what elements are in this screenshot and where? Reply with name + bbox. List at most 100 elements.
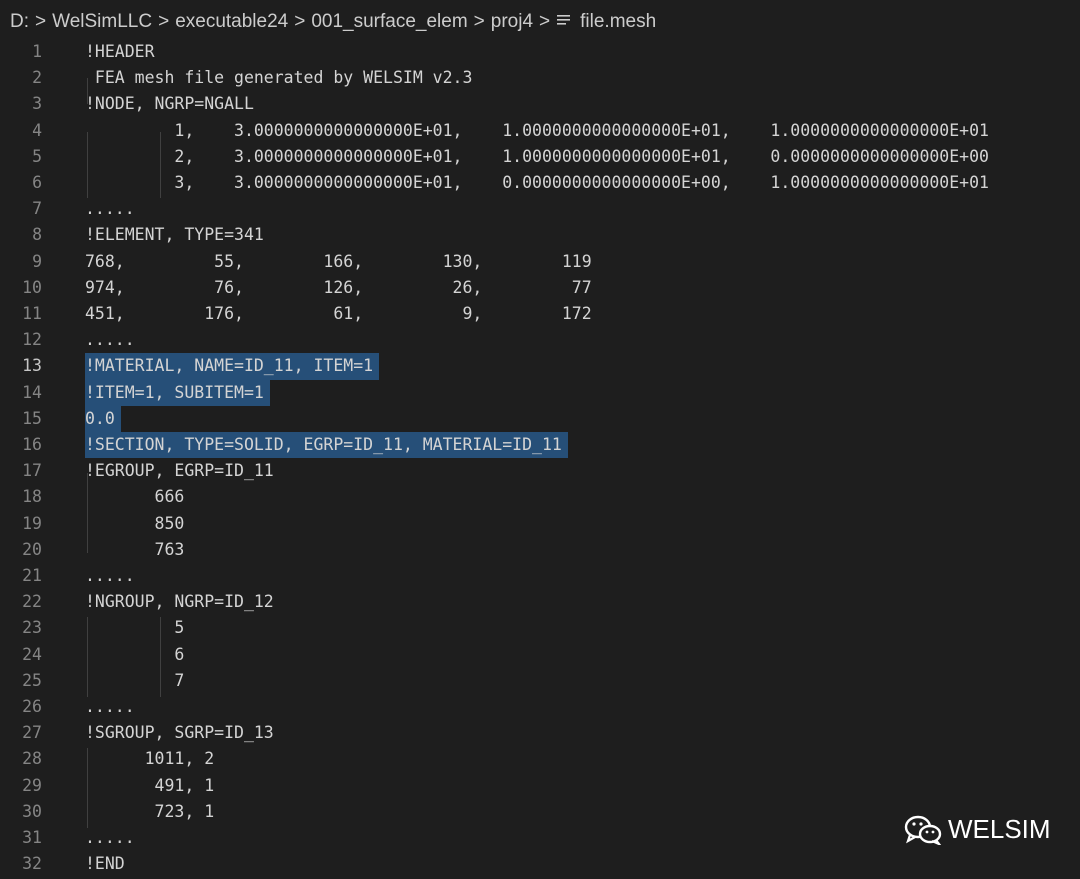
line-number[interactable]: 31 <box>0 825 42 851</box>
code-text[interactable]: 2, 3.0000000000000000E+01, 1.00000000000… <box>85 144 989 170</box>
code-text[interactable]: !NGROUP, NGRP=ID_12 <box>85 589 274 615</box>
code-line[interactable]: 9 768, 55, 166, 130, 119 <box>0 249 1080 275</box>
code-line[interactable]: 20 763 <box>0 537 1080 563</box>
line-number[interactable]: 4 <box>0 118 42 144</box>
code-text[interactable]: !ELEMENT, TYPE=341 <box>85 222 264 248</box>
code-text[interactable]: 3, 3.0000000000000000E+01, 0.00000000000… <box>85 170 989 196</box>
line-number[interactable]: 26 <box>0 694 42 720</box>
code-text[interactable]: 451, 176, 61, 9, 172 <box>85 301 592 327</box>
breadcrumb-folder-surface-elem[interactable]: 001_surface_elem <box>311 11 467 33</box>
code-line[interactable]: 12..... <box>0 327 1080 353</box>
line-number[interactable]: 9 <box>0 249 42 275</box>
code-line[interactable]: 4 1, 3.0000000000000000E+01, 1.000000000… <box>0 118 1080 144</box>
line-number[interactable]: 16 <box>0 432 42 458</box>
code-text[interactable]: ..... <box>85 563 135 589</box>
line-number[interactable]: 23 <box>0 615 42 641</box>
breadcrumb-drive[interactable]: D: <box>10 11 29 33</box>
code-line[interactable]: 15 0.0 <box>0 405 1080 432</box>
code-line[interactable]: 22 !NGROUP, NGRP=ID_12 <box>0 589 1080 615</box>
line-number[interactable]: 24 <box>0 642 42 668</box>
line-number[interactable]: 30 <box>0 799 42 825</box>
code-text[interactable]: !EGROUP, EGRP=ID_11 <box>85 458 274 484</box>
code-line[interactable]: 11 451, 176, 61, 9, 172 <box>0 301 1080 327</box>
code-line[interactable]: 24 6 <box>0 642 1080 668</box>
code-text[interactable]: ..... <box>85 327 135 353</box>
code-line[interactable]: 18 666 <box>0 484 1080 510</box>
code-text[interactable]: 1011, 2 <box>85 746 215 772</box>
line-number[interactable]: 3 <box>0 91 42 117</box>
code-line[interactable]: 19 850 <box>0 511 1080 537</box>
code-line[interactable]: 32 !END <box>0 851 1080 877</box>
line-number[interactable]: 14 <box>0 380 42 406</box>
code-text[interactable]: 974, 76, 126, 26, 77 <box>85 275 592 301</box>
code-line[interactable]: 1 !HEADER <box>0 39 1080 65</box>
code-text[interactable]: 491, 1 <box>85 773 215 799</box>
line-number[interactable]: 25 <box>0 668 42 694</box>
code-line[interactable]: 28 1011, 2 <box>0 746 1080 772</box>
line-number[interactable]: 17 <box>0 458 42 484</box>
code-line[interactable]: 21..... <box>0 563 1080 589</box>
code-text[interactable]: 850 <box>85 511 185 537</box>
code-text[interactable]: !SGROUP, SGRP=ID_13 <box>85 720 274 746</box>
selected-code-text[interactable]: 0.0 <box>85 405 121 432</box>
code-text[interactable]: !NODE, NGRP=NGALL <box>85 91 254 117</box>
code-text[interactable]: 7 <box>85 668 184 694</box>
code-line[interactable]: 25 7 <box>0 668 1080 694</box>
code-text[interactable]: FEA mesh file generated by WELSIM v2.3 <box>85 65 473 91</box>
line-number[interactable]: 19 <box>0 511 42 537</box>
line-number[interactable]: 10 <box>0 275 42 301</box>
line-number[interactable]: 18 <box>0 484 42 510</box>
code-line[interactable]: 14 !ITEM=1, SUBITEM=1 <box>0 379 1080 406</box>
code-text[interactable]: ..... <box>85 825 135 851</box>
line-number[interactable]: 27 <box>0 720 42 746</box>
code-text[interactable]: ..... <box>85 694 135 720</box>
selected-code-text[interactable]: !MATERIAL, NAME=ID_11, ITEM=1 <box>85 353 380 380</box>
line-number[interactable]: 7 <box>0 196 42 222</box>
code-line[interactable]: 27 !SGROUP, SGRP=ID_13 <box>0 720 1080 746</box>
code-line[interactable]: 17 !EGROUP, EGRP=ID_11 <box>0 458 1080 484</box>
code-text[interactable]: 5 <box>85 615 184 641</box>
code-line[interactable]: 2 FEA mesh file generated by WELSIM v2.3 <box>0 65 1080 91</box>
code-text[interactable]: 666 <box>85 484 185 510</box>
code-text[interactable]: 1, 3.0000000000000000E+01, 1.00000000000… <box>85 118 989 144</box>
selected-code-text[interactable]: !ITEM=1, SUBITEM=1 <box>85 379 270 406</box>
code-text[interactable]: !END <box>85 851 125 877</box>
code-line[interactable]: 7..... <box>0 196 1080 222</box>
code-line[interactable]: 26..... <box>0 694 1080 720</box>
breadcrumb-folder-executable24[interactable]: executable24 <box>175 11 288 33</box>
line-number[interactable]: 28 <box>0 746 42 772</box>
breadcrumb-folder-welsimllc[interactable]: WelSimLLC <box>52 11 152 33</box>
code-text[interactable]: !HEADER <box>85 39 155 65</box>
code-line[interactable]: 13 !MATERIAL, NAME=ID_11, ITEM=1 <box>0 353 1080 380</box>
code-line[interactable]: 5 2, 3.0000000000000000E+01, 1.000000000… <box>0 144 1080 170</box>
line-number[interactable]: 11 <box>0 301 42 327</box>
line-number[interactable]: 2 <box>0 65 42 91</box>
code-text[interactable]: 723, 1 <box>85 799 215 825</box>
line-number[interactable]: 29 <box>0 773 42 799</box>
line-number[interactable]: 13 <box>0 353 42 379</box>
code-editor[interactable]: 1 !HEADER 2 FEA mesh file generated by WEL… <box>0 39 1080 879</box>
line-number[interactable]: 1 <box>0 39 42 65</box>
line-number[interactable]: 32 <box>0 851 42 877</box>
line-number[interactable]: 5 <box>0 144 42 170</box>
code-line[interactable]: 23 5 <box>0 615 1080 641</box>
code-text[interactable]: 768, 55, 166, 130, 119 <box>85 249 592 275</box>
breadcrumb-folder-proj4[interactable]: proj4 <box>491 11 533 33</box>
line-number[interactable]: 15 <box>0 406 42 432</box>
code-text[interactable]: 763 <box>85 537 185 563</box>
selected-code-text[interactable]: !SECTION, TYPE=SOLID, EGRP=ID_11, MATERI… <box>85 432 568 459</box>
breadcrumb-file[interactable]: file.mesh <box>580 11 656 33</box>
code-line[interactable]: 10 974, 76, 126, 26, 77 <box>0 275 1080 301</box>
code-line[interactable]: 29 491, 1 <box>0 773 1080 799</box>
code-text[interactable]: 6 <box>85 642 184 668</box>
line-number[interactable]: 12 <box>0 327 42 353</box>
code-line[interactable]: 8 !ELEMENT, TYPE=341 <box>0 222 1080 248</box>
code-line[interactable]: 16 !SECTION, TYPE=SOLID, EGRP=ID_11, MATE… <box>0 432 1080 459</box>
line-number[interactable]: 21 <box>0 563 42 589</box>
code-text[interactable]: ..... <box>85 196 135 222</box>
line-number[interactable]: 6 <box>0 170 42 196</box>
code-line[interactable]: 3 !NODE, NGRP=NGALL <box>0 91 1080 117</box>
line-number[interactable]: 8 <box>0 222 42 248</box>
line-number[interactable]: 22 <box>0 589 42 615</box>
line-number[interactable]: 20 <box>0 537 42 563</box>
